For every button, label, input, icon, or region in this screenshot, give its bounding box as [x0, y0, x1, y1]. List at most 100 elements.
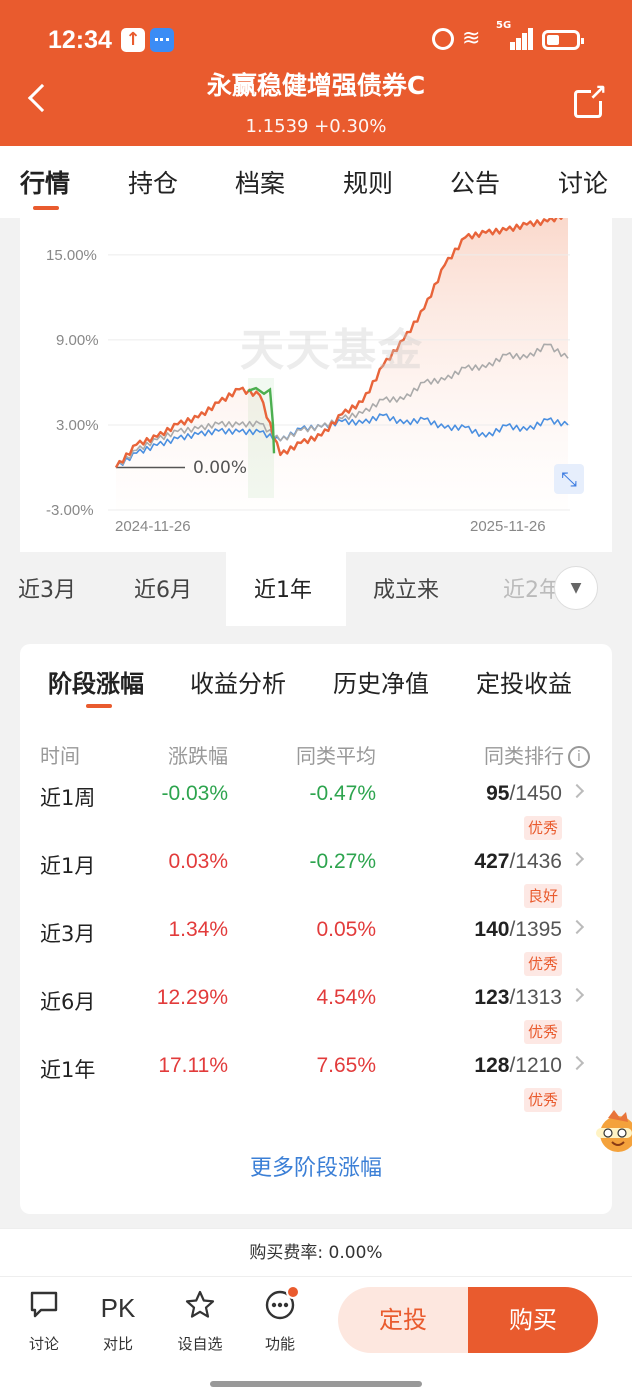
row-peer-average: 0.05% — [316, 918, 376, 941]
row-peer-average: -0.27% — [309, 850, 376, 873]
row-peer-average: -0.47% — [309, 782, 376, 805]
y-tick-label: 3.00% — [56, 417, 99, 434]
table-row[interactable]: 近3月 1.34% 0.05% 140/1395 优秀 — [20, 918, 612, 984]
row-period: 近1月 — [40, 854, 96, 878]
row-period: 近1年 — [40, 1058, 96, 1082]
period-since-inception[interactable]: 成立来 — [373, 572, 439, 604]
y-tick-label: -3.00% — [46, 502, 94, 519]
fund-nav: 1.1539 +0.30% — [245, 116, 387, 137]
share-button[interactable] — [574, 81, 607, 118]
functions-label: 功能 — [264, 1335, 295, 1353]
tab-discussion[interactable]: 讨论 — [558, 164, 608, 200]
network-label: 5G — [496, 20, 512, 31]
more-icon — [252, 1289, 308, 1327]
add-favorite-button[interactable]: 设自选 — [172, 1289, 228, 1354]
rank-badge: 良好 — [523, 884, 562, 908]
period-selector: 近3月 近6月 近1年 成立来 近2年 ▼ — [0, 552, 632, 626]
alarm-icon — [432, 28, 454, 50]
chart-canvas — [108, 218, 570, 511]
col-rank-header: 同类排行 i — [484, 740, 590, 769]
tab-market[interactable]: 行情 — [20, 164, 70, 200]
row-change: -0.03% — [161, 782, 228, 805]
buy-button[interactable]: 购买 — [468, 1287, 598, 1353]
home-indicator[interactable] — [210, 1381, 422, 1387]
row-rank: 128/1210 — [474, 1054, 562, 1077]
info-icon[interactable]: i — [568, 746, 590, 768]
more-returns-link[interactable]: 更多阶段涨幅 — [20, 1150, 612, 1182]
rank-badge: 优秀 — [523, 816, 562, 840]
returns-tab-indicator — [86, 704, 112, 708]
status-time: 12:34 — [48, 26, 112, 54]
functions-button[interactable]: 功能 — [252, 1289, 308, 1354]
period-6m[interactable]: 近6月 — [134, 572, 192, 604]
main-tabs: 行情 持仓 档案 规则 公告 讨论 — [0, 146, 632, 218]
col-period-header: 时间 — [40, 744, 80, 768]
row-rank: 95/1450 — [486, 782, 562, 805]
discussion-button[interactable]: 讨论 — [16, 1289, 72, 1354]
col-change-header: 涨跌幅 — [168, 744, 228, 768]
performance-chart[interactable]: 天天基金 15.00% 9.00% 3.00% -3.00% 2024-11-2… — [20, 218, 612, 552]
expand-icon[interactable]: ⤡ — [554, 464, 584, 494]
table-row[interactable]: 近6月 12.29% 4.54% 123/1313 优秀 — [20, 986, 612, 1052]
x-tick-label: 2024-11-26 — [115, 518, 191, 535]
row-peer-average: 7.65% — [316, 1054, 376, 1077]
wifi-icon: ≋ — [462, 26, 481, 51]
tab-return-analysis[interactable]: 收益分析 — [190, 664, 286, 699]
row-rank: 123/1313 — [474, 986, 562, 1009]
message-icon — [150, 28, 174, 52]
y-tick-label: 9.00% — [56, 332, 99, 349]
row-rank: 427/1436 — [474, 850, 562, 873]
table-row[interactable]: 近1周 -0.03% -0.47% 95/1450 优秀 — [20, 782, 612, 848]
x-tick-label: 2025-11-26 — [470, 518, 546, 535]
signal-icon: 5G — [496, 20, 533, 50]
tab-rules[interactable]: 规则 — [343, 164, 393, 200]
row-period: 近3月 — [40, 922, 96, 946]
status-bar: 12:34 ↑ — [0, 22, 632, 62]
row-rank: 140/1395 — [474, 918, 562, 941]
table-row[interactable]: 近1月 0.03% -0.27% 427/1436 良好 — [20, 850, 612, 916]
tab-nav-history[interactable]: 历史净值 — [333, 664, 429, 699]
chevron-right-icon — [569, 919, 585, 935]
row-change: 12.29% — [156, 986, 228, 1009]
fund-title: 永赢稳健增强债券C — [206, 71, 426, 100]
tab-sip-returns[interactable]: 定投收益 — [476, 664, 572, 699]
compare-button[interactable]: PK 对比 — [90, 1289, 146, 1354]
tab-indicator — [33, 206, 59, 210]
tab-notices[interactable]: 公告 — [450, 164, 500, 200]
row-peer-average: 4.54% — [316, 986, 376, 1009]
returns-card: 阶段涨幅 收益分析 历史净值 定投收益 时间 涨跌幅 同类平均 同类排行 i 近1… — [20, 644, 612, 1214]
pk-icon: PK — [100, 1293, 136, 1323]
rank-badge: 优秀 — [523, 1020, 562, 1044]
tab-profile[interactable]: 档案 — [235, 164, 285, 200]
period-2y[interactable]: 近2年 — [503, 572, 561, 604]
compare-label: 对比 — [102, 1335, 133, 1353]
discussion-label: 讨论 — [28, 1335, 59, 1353]
rank-badge: 优秀 — [523, 1088, 562, 1112]
battery-icon — [542, 30, 584, 50]
tab-holdings[interactable]: 持仓 — [128, 164, 178, 200]
star-icon — [172, 1289, 228, 1327]
period-3m[interactable]: 近3月 — [18, 572, 76, 604]
chevron-right-icon — [569, 1055, 585, 1071]
bottom-bar: 讨论 PK 对比 设自选 功能 定投 购买 — [0, 1276, 632, 1400]
sip-button[interactable]: 定投 — [338, 1287, 468, 1353]
purchase-fee: 购买费率: 0.00% — [0, 1228, 632, 1276]
tab-stage-returns[interactable]: 阶段涨幅 — [48, 664, 144, 699]
app-header: 12:34 ↑ ≋ 5G 永赢稳健增强债券C 1.1539 +0.30% — [0, 0, 632, 146]
chevron-right-icon — [569, 987, 585, 1003]
dropdown-icon[interactable]: ▼ — [554, 566, 598, 610]
mascot-icon[interactable] — [594, 1104, 632, 1162]
row-period: 近1周 — [40, 786, 96, 810]
table-row[interactable]: 近1年 17.11% 7.65% 128/1210 优秀 — [20, 1054, 612, 1120]
chevron-right-icon — [569, 851, 585, 867]
row-period: 近6月 — [40, 990, 96, 1014]
add-favorite-label: 设自选 — [177, 1335, 223, 1353]
period-1y[interactable]: 近1年 — [254, 572, 312, 604]
chevron-right-icon — [569, 783, 585, 799]
zero-label: 0.00% — [193, 458, 248, 478]
row-change: 1.34% — [168, 918, 228, 941]
watermark: 天天基金 — [240, 325, 424, 376]
row-change: 17.11% — [158, 1054, 228, 1077]
notification-dot — [286, 1285, 300, 1299]
chat-icon — [16, 1289, 72, 1327]
